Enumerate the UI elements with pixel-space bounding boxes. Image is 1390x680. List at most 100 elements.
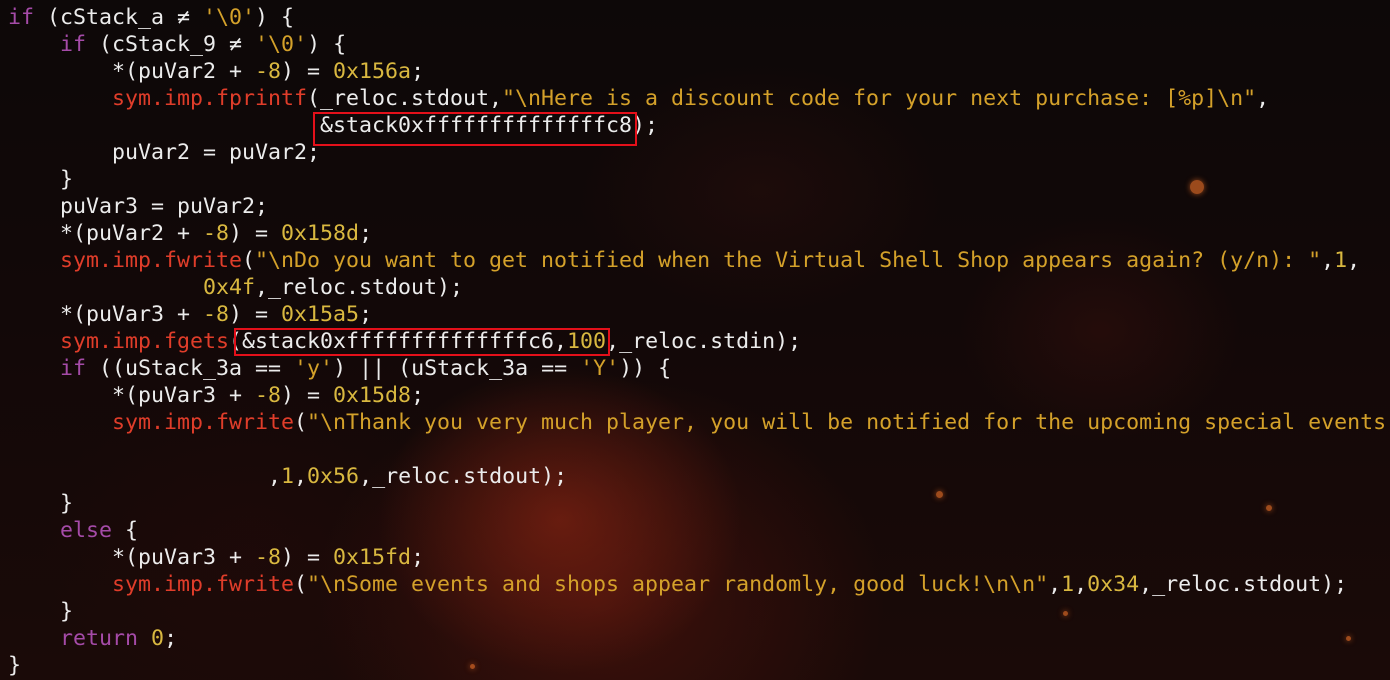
code-line: *(puVar3 + -8) = 0x15fd; bbox=[8, 544, 1386, 571]
code-token: } bbox=[8, 491, 74, 516]
code-line: *(puVar3 + -8) = 0x15d8; bbox=[8, 382, 1386, 409]
code-token: ,_reloc.stdout); bbox=[255, 275, 464, 300]
code-token: sym.imp.fprintf bbox=[112, 86, 308, 111]
code-line: sym.imp.fgets(&stack0xffffffffffffffc6,1… bbox=[8, 328, 1386, 355]
code-token: *(puVar2 + bbox=[8, 59, 256, 84]
code-line: } bbox=[8, 652, 1386, 679]
code-token: "\nHere is a discount code for your next… bbox=[502, 86, 1257, 111]
code-token: 0x158d bbox=[281, 221, 360, 246]
code-token: 'Y' bbox=[580, 356, 620, 381]
code-token: sym.imp.fgets bbox=[60, 329, 230, 354]
code-line: puVar3 = puVar2; bbox=[8, 193, 1386, 220]
code-line: puVar2 = puVar2; bbox=[8, 139, 1386, 166]
code-token: ) = bbox=[281, 383, 334, 408]
code-token: -8 bbox=[255, 383, 282, 408]
code-token: *(puVar3 + bbox=[8, 545, 256, 570]
code-token: ( bbox=[242, 248, 256, 273]
code-token: , bbox=[1321, 248, 1335, 273]
code-token: ,_reloc.stdout); bbox=[359, 464, 568, 489]
code-token: ; bbox=[411, 59, 425, 84]
code-token: ) { bbox=[307, 32, 347, 57]
code-token: '\0' bbox=[255, 32, 308, 57]
code-token: "\nDo you want to get notified when the … bbox=[255, 248, 1322, 273]
code-token: -8 bbox=[255, 545, 282, 570]
code-token: ; bbox=[359, 302, 373, 327]
code-token: )) { bbox=[619, 356, 672, 381]
code-token: ( bbox=[294, 410, 308, 435]
code-token: ; bbox=[359, 221, 373, 246]
code-token: -8 bbox=[203, 302, 230, 327]
code-token: 0x15d8 bbox=[333, 383, 412, 408]
code-token: ,_reloc.stdout); bbox=[1139, 572, 1348, 597]
code-token: sym.imp.fwrite bbox=[60, 248, 243, 273]
code-token: , bbox=[1347, 248, 1361, 273]
code-token: 'y' bbox=[294, 356, 334, 381]
code-token: return bbox=[60, 626, 139, 651]
code-token: , bbox=[1048, 572, 1062, 597]
code-token: , bbox=[1074, 572, 1088, 597]
code-token: ) = bbox=[281, 59, 334, 84]
code-token: puVar3 = puVar2; bbox=[8, 194, 269, 219]
code-line: 0x4f,_reloc.stdout); bbox=[8, 274, 1386, 301]
code-line: sym.imp.fprintf(_reloc.stdout,"\nHere is… bbox=[8, 85, 1386, 112]
code-token: ) = bbox=[229, 221, 282, 246]
code-line: *(puVar2 + -8) = 0x158d; bbox=[8, 220, 1386, 247]
code-token: } bbox=[8, 599, 74, 624]
code-token: ,_reloc.stdin); bbox=[606, 329, 802, 354]
code-token: "\nSome events and shops appear randomly… bbox=[307, 572, 1049, 597]
code-token: if bbox=[60, 356, 87, 381]
code-line: return 0; bbox=[8, 625, 1386, 652]
code-token: ) { bbox=[255, 5, 295, 30]
code-token: ) = bbox=[229, 302, 282, 327]
highlight-box-fgets-buffer-size bbox=[234, 328, 610, 356]
code-token: ) = bbox=[281, 545, 334, 570]
code-line: if ((uStack_3a == 'y') || (uStack_3a == … bbox=[8, 355, 1386, 382]
code-token: ( bbox=[294, 572, 308, 597]
code-line: &stack0xffffffffffffffc8); bbox=[8, 112, 1386, 139]
code-token: sym.imp.fwrite bbox=[112, 410, 295, 435]
code-token: "\nThank you very much player, you will … bbox=[307, 410, 1387, 435]
code-token: 1 bbox=[281, 464, 295, 489]
code-token: *(puVar2 + bbox=[8, 221, 204, 246]
code-token: (cStack_9 ≠ bbox=[86, 32, 256, 57]
code-token: 0x15fd bbox=[333, 545, 412, 570]
code-token: ; bbox=[411, 545, 425, 570]
highlight-box-discount-code-address bbox=[313, 112, 637, 146]
code-line: *(puVar3 + -8) = 0x15a5; bbox=[8, 301, 1386, 328]
code-token: } bbox=[8, 653, 22, 678]
code-line: sym.imp.fwrite("\nThank you very much pl… bbox=[8, 409, 1386, 436]
code-token: else bbox=[60, 518, 113, 543]
code-line: sym.imp.fwrite("\nSome events and shops … bbox=[8, 571, 1386, 598]
decompiled-code-block: if (cStack_a ≠ '\0') { if (cStack_9 ≠ '\… bbox=[8, 4, 1386, 679]
code-line: if (cStack_9 ≠ '\0') { bbox=[8, 31, 1386, 58]
code-token: 0x56 bbox=[307, 464, 360, 489]
code-line: if (cStack_a ≠ '\0') { bbox=[8, 4, 1386, 31]
code-token: (cStack_a ≠ bbox=[34, 5, 204, 30]
code-token: *(puVar3 + bbox=[8, 302, 204, 327]
code-token: 0x156a bbox=[333, 59, 412, 84]
code-token: , bbox=[1256, 86, 1270, 111]
code-token: , bbox=[294, 464, 308, 489]
code-token: -8 bbox=[203, 221, 230, 246]
code-token: if bbox=[8, 5, 35, 30]
code-line: else { bbox=[8, 517, 1386, 544]
code-token: ) || (uStack_3a == bbox=[333, 356, 581, 381]
code-token: (_reloc.stdout, bbox=[307, 86, 503, 111]
code-token: 1 bbox=[1334, 248, 1348, 273]
code-line: *(puVar2 + -8) = 0x156a; bbox=[8, 58, 1386, 85]
code-token: ; bbox=[411, 383, 425, 408]
code-token: { bbox=[112, 518, 139, 543]
code-line: } bbox=[8, 166, 1386, 193]
code-token: -8 bbox=[255, 59, 282, 84]
code-token: , bbox=[8, 464, 282, 489]
code-token: puVar2 = puVar2; bbox=[8, 140, 321, 165]
